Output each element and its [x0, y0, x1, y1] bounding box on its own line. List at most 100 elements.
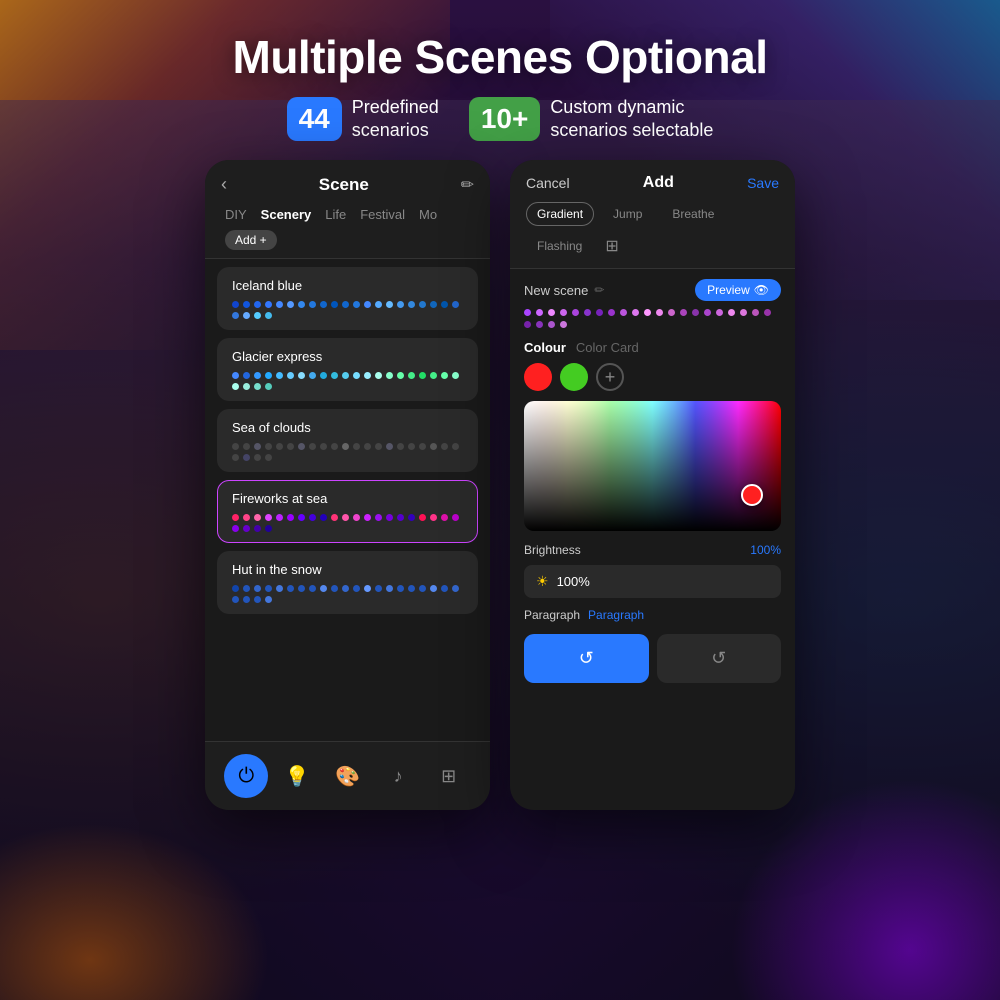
color-card-tab[interactable]: Color Card [576, 340, 639, 355]
dot [287, 372, 294, 379]
dot [430, 443, 437, 450]
dot [452, 301, 459, 308]
stat-item-2: 10+ Custom dynamicscenarios selectable [469, 96, 714, 143]
cancel-button[interactable]: Cancel [526, 175, 570, 191]
preview-dot [524, 321, 531, 328]
grid-button[interactable]: ⊞ [427, 754, 471, 798]
dot [342, 514, 349, 521]
brightness-bar[interactable]: ☀ 100% [524, 565, 781, 598]
tab-festival[interactable]: Festival [356, 205, 409, 224]
left-panel-header: ‹ Scene ✏ DIY Scenery Life Festival Mo A… [205, 160, 490, 259]
dot [441, 443, 448, 450]
dot [276, 443, 283, 450]
plus-icon: + [605, 367, 616, 388]
dot [254, 596, 261, 603]
palette-button[interactable]: 🎨 [325, 754, 369, 798]
mode-tab-jump[interactable]: Jump [602, 202, 653, 226]
dot [309, 514, 316, 521]
scene-item-clouds[interactable]: Sea of clouds [217, 409, 478, 472]
dot [342, 372, 349, 379]
preview-dot [620, 309, 627, 316]
dot [265, 312, 272, 319]
stat-item-1: 44 Predefinedscenarios [287, 96, 439, 143]
right-header-row: Cancel Add Save [526, 174, 779, 192]
bulb-button[interactable]: 💡 [275, 754, 319, 798]
tab-scenery[interactable]: Scenery [257, 205, 316, 224]
dot [386, 372, 393, 379]
dot [298, 514, 305, 521]
save-button[interactable]: Save [747, 175, 779, 191]
dot [276, 301, 283, 308]
dot [243, 596, 250, 603]
dot [397, 301, 404, 308]
scene-item-iceland[interactable]: Iceland blue [217, 267, 478, 330]
tab-diy[interactable]: DIY [221, 205, 251, 224]
dot [232, 525, 239, 532]
color-circle-red[interactable] [524, 363, 552, 391]
snow-dots [232, 585, 463, 603]
dot [441, 372, 448, 379]
tab-life[interactable]: Life [321, 205, 350, 224]
music-button[interactable]: ♪ [376, 754, 420, 798]
control-btn-2[interactable]: ↺ [657, 634, 782, 683]
new-scene-edit-icon[interactable]: ✏ [594, 283, 604, 297]
preview-dot [536, 309, 543, 316]
dot [375, 514, 382, 521]
dot [419, 443, 426, 450]
dot [265, 372, 272, 379]
preview-button[interactable]: Preview 👁 [695, 279, 781, 301]
preview-dot [548, 321, 555, 328]
dot [375, 585, 382, 592]
dot [331, 372, 338, 379]
bulb-icon: 💡 [284, 764, 309, 789]
scene-list: Iceland blue Glacier express Sea of clou… [205, 259, 490, 741]
clouds-dots [232, 443, 463, 461]
color-picker[interactable] [524, 401, 781, 531]
scene-item-snow[interactable]: Hut in the snow [217, 551, 478, 614]
dot [243, 372, 250, 379]
dot [243, 443, 250, 450]
dot [408, 585, 415, 592]
grid-icon: ⊞ [441, 766, 456, 787]
preview-dot [668, 309, 675, 316]
dot [232, 301, 239, 308]
preview-dot [644, 309, 651, 316]
brightness-bar-value: 100% [557, 574, 590, 589]
scene-item-glacier[interactable]: Glacier express [217, 338, 478, 401]
dot [452, 514, 459, 521]
preview-dot [680, 309, 687, 316]
scene-item-fireworks[interactable]: Fireworks at sea [217, 480, 478, 543]
dot [276, 514, 283, 521]
add-color-button[interactable]: + [596, 363, 624, 391]
add-tab-button[interactable]: Add + [225, 230, 277, 250]
dot [419, 585, 426, 592]
tab-mo[interactable]: Mo [415, 205, 441, 224]
paragraph-value[interactable]: Paragraph [588, 608, 644, 622]
dot [265, 525, 272, 532]
bottom-controls: ↺ ↺ [524, 634, 781, 683]
power-button[interactable]: ⏻ [224, 754, 268, 798]
mode-tab-flashing[interactable]: Flashing [526, 234, 593, 258]
dot [419, 301, 426, 308]
mode-tab-gradient[interactable]: Gradient [526, 202, 594, 226]
control-btn-1[interactable]: ↺ [524, 634, 649, 683]
dot [265, 301, 272, 308]
dot [386, 301, 393, 308]
mode-tab-breathe[interactable]: Breathe [661, 202, 725, 226]
right-panel: Cancel Add Save Gradient Jump Breathe Fl… [510, 160, 795, 810]
dot [276, 372, 283, 379]
edit-button[interactable]: ✏ [461, 175, 474, 195]
dot [232, 585, 239, 592]
dot [309, 443, 316, 450]
dot [375, 372, 382, 379]
color-circle-green[interactable] [560, 363, 588, 391]
preview-dot [608, 309, 615, 316]
dot [430, 301, 437, 308]
dot [364, 514, 371, 521]
colour-tab[interactable]: Colour [524, 340, 566, 355]
dot [441, 585, 448, 592]
dot [254, 372, 261, 379]
stat-text-1: Predefinedscenarios [352, 96, 439, 143]
dot [386, 443, 393, 450]
dot [298, 301, 305, 308]
